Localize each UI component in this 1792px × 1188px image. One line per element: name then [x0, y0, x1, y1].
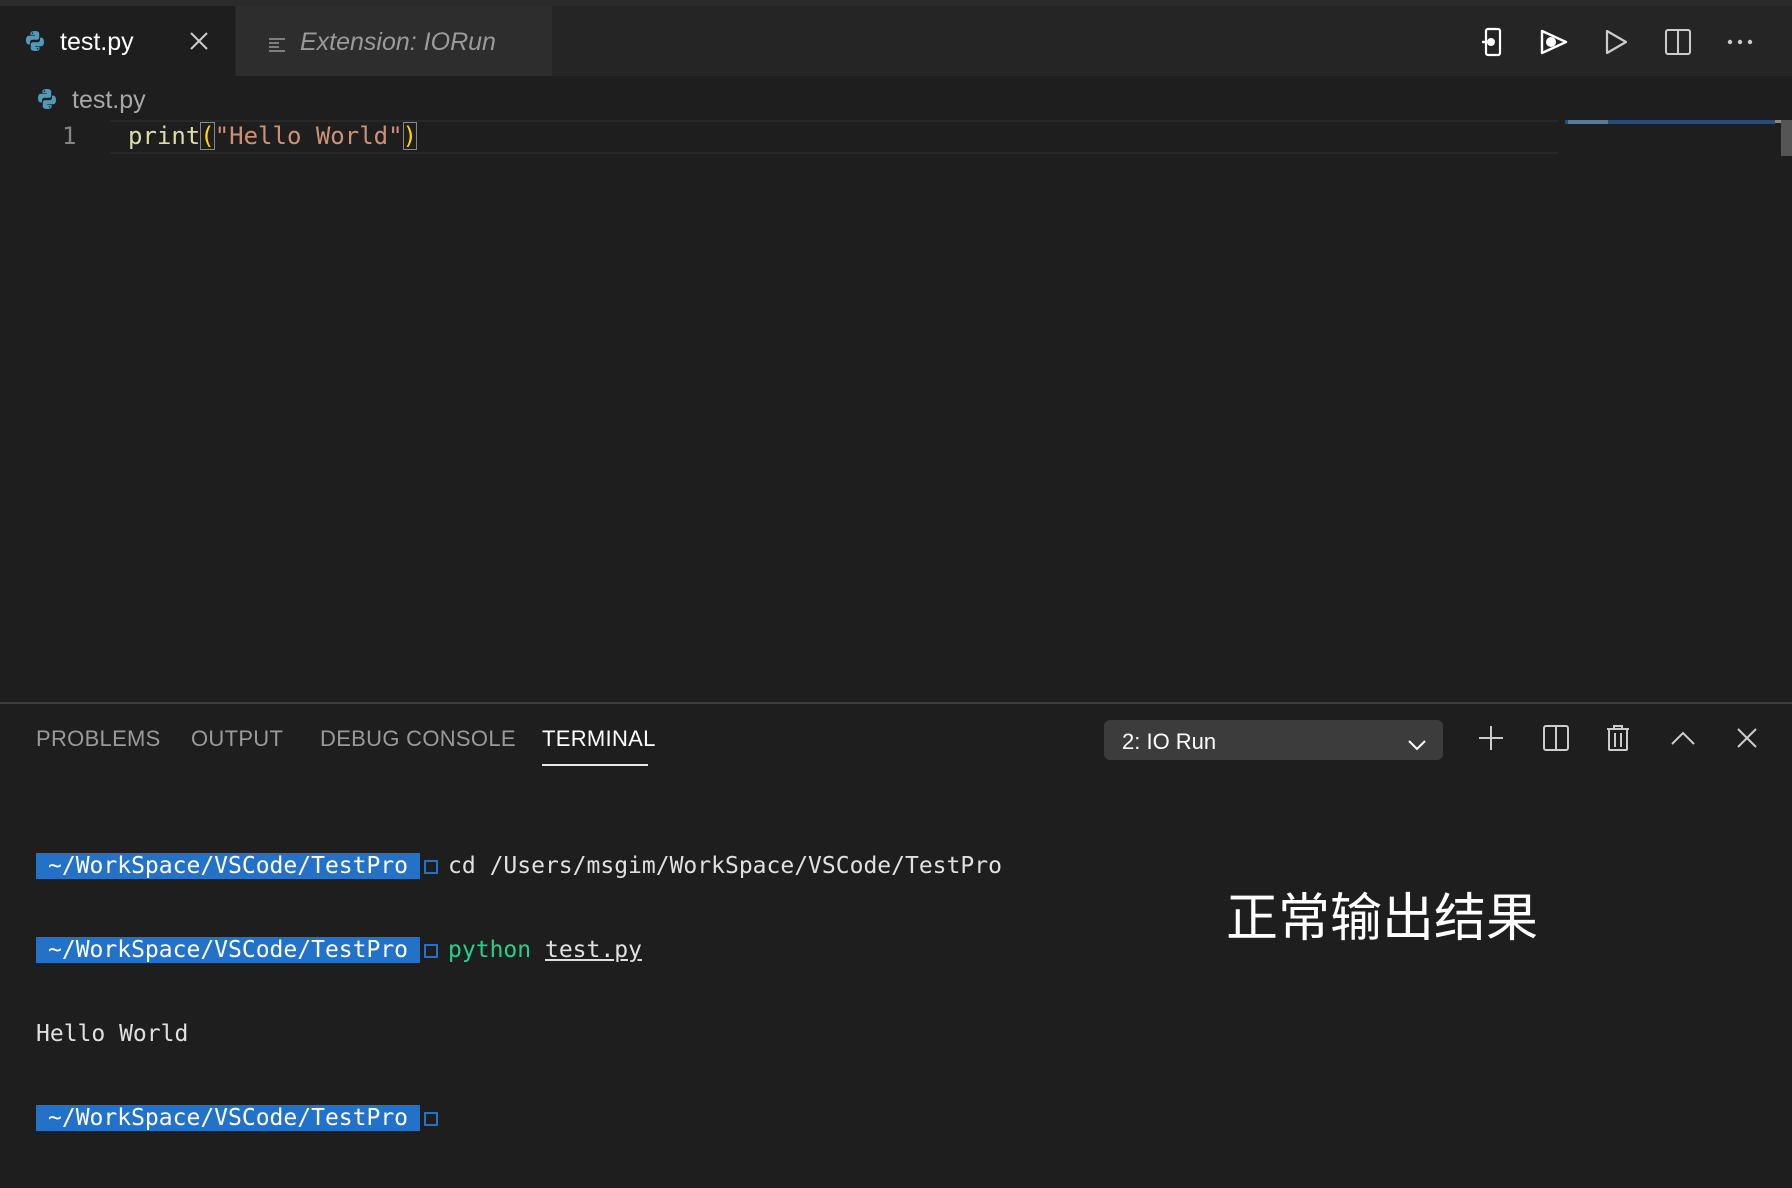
terminal-command-arg: test.py	[544, 937, 642, 963]
preview-icon	[268, 32, 286, 61]
vertical-scrollbar[interactable]	[1781, 120, 1792, 156]
code-token-string: "Hello World"	[214, 122, 403, 150]
code-token-bracket: (	[200, 122, 215, 150]
code-editor[interactable]: 1 print("Hello World")	[0, 120, 1792, 702]
maximize-panel-icon[interactable]	[1667, 720, 1699, 756]
terminal-select[interactable]: 2: IO Run	[1104, 720, 1443, 760]
code-line[interactable]: print("Hello World")	[128, 122, 417, 150]
split-editor-icon[interactable]	[1662, 26, 1694, 58]
terminal-output[interactable]: ~/WorkSpace/VSCode/TestPro cd /Users/msgi…	[36, 796, 1002, 1188]
terminal-line: Hello World	[36, 1020, 1002, 1048]
split-terminal-icon[interactable]	[1540, 720, 1572, 756]
close-panel-icon[interactable]	[1731, 720, 1763, 756]
code-token-function: print	[128, 122, 201, 150]
minimap-line	[1568, 120, 1608, 124]
tab-debug-console[interactable]: DEBUG CONSOLE	[320, 726, 516, 752]
breadcrumb-file[interactable]: test.py	[72, 86, 146, 115]
editor-actions	[1452, 6, 1792, 76]
terminal-prompt: ~/WorkSpace/VSCode/TestPro	[36, 1105, 421, 1131]
prompt-segment-icon	[424, 859, 439, 874]
terminal-program-output: Hello World	[36, 1021, 189, 1047]
terminal-command: python	[448, 937, 532, 963]
run-icon[interactable]	[1600, 26, 1632, 58]
terminal-command: cd /Users/msgim/WorkSpace/VSCode/TestPro	[448, 853, 1002, 879]
tab-extension-iorun[interactable]: Extension: IORun	[236, 6, 552, 76]
tab-label: Extension: IORun	[300, 28, 496, 56]
tab-problems[interactable]: PROBLEMS	[36, 726, 161, 752]
tab-test-py[interactable]: test.py	[0, 6, 235, 76]
python-icon	[24, 30, 46, 59]
python-icon	[36, 88, 58, 115]
close-icon[interactable]	[188, 30, 214, 56]
terminal-select-value: 2: IO Run	[1122, 729, 1217, 754]
code-token-bracket: )	[402, 122, 417, 150]
tab-label: test.py	[60, 28, 134, 56]
tab-output[interactable]: OUTPUT	[191, 726, 283, 752]
more-icon[interactable]	[1724, 26, 1756, 58]
new-terminal-icon[interactable]	[1475, 720, 1507, 756]
caption-overlay: 正常输出结果	[1226, 889, 1539, 949]
terminal-prompt: ~/WorkSpace/VSCode/TestPro	[36, 853, 421, 879]
prompt-segment-icon	[424, 1111, 439, 1126]
run-io-icon[interactable]	[1538, 26, 1570, 58]
line-number: 1	[62, 122, 77, 150]
breadcrumb: test.py	[0, 76, 1792, 120]
terminal-line: ~/WorkSpace/VSCode/TestPro cd /Users/msgi…	[36, 852, 1002, 880]
prompt-segment-icon	[424, 943, 439, 958]
active-tab-underline	[542, 764, 648, 766]
tab-terminal[interactable]: TERMINAL	[542, 726, 656, 752]
trash-icon[interactable]	[1602, 720, 1634, 756]
terminal-line: ~/WorkSpace/VSCode/TestPro python test.py	[36, 936, 1002, 964]
terminal-line: ~/WorkSpace/VSCode/TestPro	[36, 1104, 1002, 1132]
chevron-down-icon	[1407, 732, 1427, 758]
terminal-prompt: ~/WorkSpace/VSCode/TestPro	[36, 937, 421, 963]
debug-device-icon[interactable]	[1476, 26, 1508, 58]
